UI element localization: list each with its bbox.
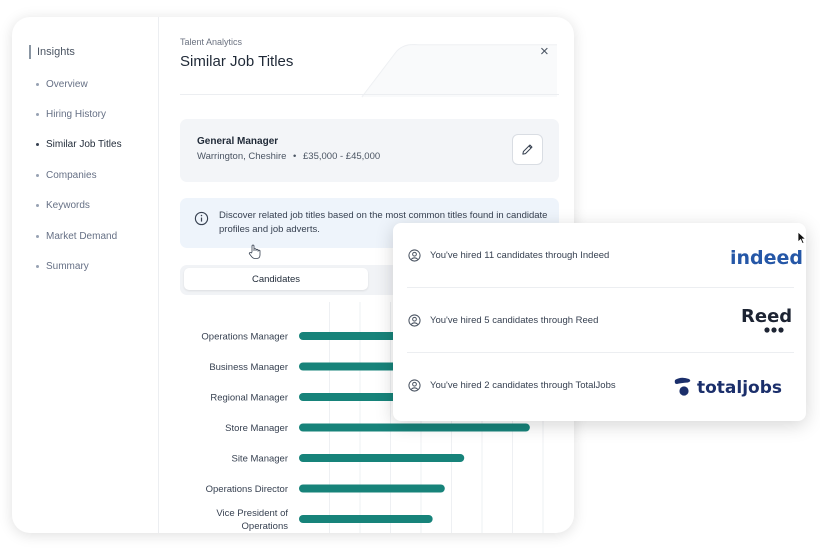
sidebar-item-overview[interactable]: Overview bbox=[36, 79, 88, 90]
category-label: Operations Director bbox=[206, 484, 288, 495]
category-label: Regional Manager bbox=[210, 393, 288, 404]
page-title: Similar Job Titles bbox=[180, 53, 294, 70]
reed-logo-text: Reed bbox=[741, 306, 792, 327]
tab-candidates[interactable]: Candidates bbox=[184, 268, 368, 290]
pencil-icon bbox=[522, 144, 533, 155]
hire-count-text: You've hired 11 candidates through Indee… bbox=[430, 250, 610, 261]
indeed-logo-text: indeed bbox=[730, 247, 802, 269]
bullet-icon bbox=[36, 235, 39, 238]
bar bbox=[299, 423, 530, 432]
totaljobs-logo-text: totaljobs bbox=[697, 378, 782, 398]
header-divider bbox=[180, 94, 559, 95]
hire-count-text: You've hired 5 candidates through Reed bbox=[430, 315, 599, 326]
sidebar-item-similar-job-titles[interactable]: Similar Job Titles bbox=[36, 139, 122, 150]
job-location: Warrington, Cheshire bbox=[197, 151, 287, 162]
sidebar-item-companies[interactable]: Companies bbox=[36, 170, 97, 181]
header-decoration bbox=[361, 44, 557, 98]
bullet-icon bbox=[36, 174, 39, 177]
sidebar-item-label: Market Demand bbox=[46, 231, 118, 242]
sidebar-item-label: Overview bbox=[46, 79, 88, 90]
sidebar-item-label: Companies bbox=[46, 170, 97, 181]
category-label: Vice President of Operations bbox=[216, 508, 288, 532]
category-label: Business Manager bbox=[209, 362, 288, 373]
category-label: Store Manager bbox=[225, 423, 288, 434]
job-salary: £35,000 - £45,000 bbox=[303, 151, 381, 162]
edit-job-button[interactable] bbox=[512, 134, 543, 165]
bar bbox=[299, 484, 445, 493]
list-item: You've hired 5 candidates through Reed R… bbox=[407, 288, 794, 353]
category-label: Site Manager bbox=[231, 454, 288, 465]
mouse-cursor-icon bbox=[797, 231, 807, 245]
sidebar-nav: Insights Overview Hiring History Similar… bbox=[12, 17, 159, 533]
sidebar-item-summary[interactable]: Summary bbox=[36, 261, 89, 272]
bar bbox=[299, 515, 433, 523]
user-circle-icon bbox=[408, 314, 421, 327]
indeed-logo-icon: indeed bbox=[730, 247, 802, 269]
info-icon bbox=[194, 211, 209, 226]
user-circle-icon bbox=[408, 379, 421, 392]
hand-pointer-icon bbox=[248, 244, 261, 259]
sidebar-heading: Insights bbox=[29, 45, 75, 59]
hiring-sources-popover: You've hired 11 candidates through Indee… bbox=[393, 223, 806, 421]
bar bbox=[299, 454, 465, 462]
bullet-icon bbox=[36, 143, 39, 146]
reed-logo-icon: Reed bbox=[741, 306, 792, 333]
hire-count-text: You've hired 2 candidates through TotalJ… bbox=[430, 380, 616, 391]
bullet-icon bbox=[36, 204, 39, 207]
sidebar-item-hiring-history[interactable]: Hiring History bbox=[36, 109, 106, 120]
meta-separator: • bbox=[293, 151, 297, 162]
close-icon[interactable]: × bbox=[540, 43, 549, 60]
bullet-icon bbox=[36, 83, 39, 86]
sidebar-item-market-demand[interactable]: Market Demand bbox=[36, 231, 117, 242]
sidebar-item-label: Hiring History bbox=[46, 109, 107, 120]
bullet-icon bbox=[36, 113, 39, 116]
sidebar-item-keywords[interactable]: Keywords bbox=[36, 200, 90, 211]
job-meta: Warrington, Cheshire • £35,000 - £45,000 bbox=[197, 151, 380, 162]
list-item: You've hired 11 candidates through Indee… bbox=[407, 223, 802, 288]
bullet-icon bbox=[36, 265, 39, 268]
totaljobs-logo-icon: totaljobs bbox=[674, 377, 782, 398]
job-title: General Manager bbox=[197, 136, 279, 147]
job-summary-card: General Manager Warrington, Cheshire • £… bbox=[180, 119, 559, 182]
sidebar-item-label: Summary bbox=[46, 261, 89, 272]
list-item: You've hired 2 candidates through TotalJ… bbox=[407, 353, 794, 418]
sidebar-item-label: Similar Job Titles bbox=[46, 139, 122, 150]
page-eyebrow: Talent Analytics bbox=[180, 37, 243, 47]
user-circle-icon bbox=[408, 249, 421, 262]
sidebar-item-label: Keywords bbox=[46, 200, 90, 211]
category-label: Operations Manager bbox=[201, 332, 288, 343]
